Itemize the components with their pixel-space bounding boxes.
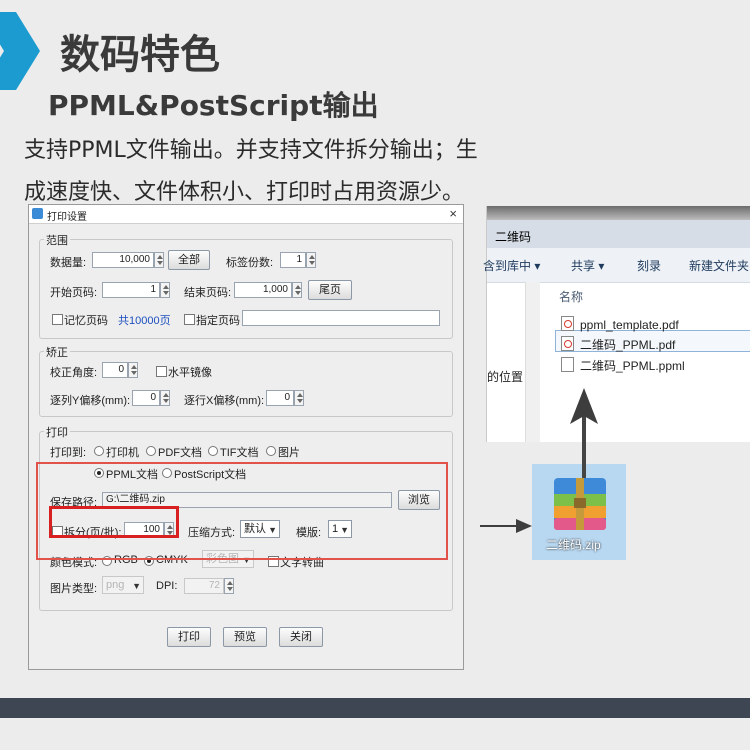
slide-subtitle: PPML&PostScript输出 — [48, 89, 379, 122]
remember-page-checkbox[interactable] — [52, 314, 63, 325]
x-offset-label: 逐行X偏移(mm): — [184, 395, 265, 407]
mirror-label: 水平镜像 — [168, 367, 212, 379]
angle-label: 校正角度: — [50, 367, 98, 379]
connector-arrows — [480, 388, 598, 533]
correction-group: 矫正 校正角度: 0 水平镜像 逐列Y偏移(mm): 0 逐行X偏移(mm): … — [39, 344, 453, 417]
file-name: ppml_template.pdf — [580, 318, 679, 332]
remember-page-label: 记忆页码 — [64, 315, 108, 327]
pdf-icon — [561, 336, 574, 351]
explorer-folder-title: 二维码 — [495, 230, 532, 244]
target-pdf-radio[interactable] — [146, 446, 156, 456]
y-offset-spinner[interactable] — [160, 390, 170, 406]
target-tif-label: TIF文档 — [220, 447, 259, 459]
correction-group-label: 矫正 — [44, 344, 70, 360]
slide-title: 数码特色 — [60, 32, 220, 78]
dialog-title: 打印设置 — [47, 212, 87, 223]
dpi-spinner — [224, 578, 234, 594]
explorer-address-bar: 二维码 — [487, 220, 750, 248]
label-copies-input[interactable]: 1 — [280, 252, 306, 268]
last-page-button[interactable]: 尾页 — [308, 280, 352, 300]
x-offset-spinner[interactable] — [294, 390, 304, 406]
angle-spinner[interactable] — [128, 362, 138, 378]
end-page-spinner[interactable] — [292, 282, 302, 298]
print-button[interactable]: 打印 — [167, 627, 211, 647]
start-page-label: 开始页码: — [50, 287, 98, 299]
start-page-spinner[interactable] — [160, 282, 170, 298]
dpi-label: DPI: — [156, 580, 178, 592]
range-group-label: 范围 — [44, 232, 70, 248]
explorer-toolbar: 含到库中 ▾ 共享 ▾ 刻录 新建文件夹 — [483, 248, 750, 283]
toolbar-include-library[interactable]: 含到库中 ▾ — [483, 257, 540, 274]
data-count-input[interactable]: 10,000 — [92, 252, 154, 268]
explorer-top-bar — [487, 206, 750, 220]
preview-button[interactable]: 预览 — [223, 627, 267, 647]
close-button[interactable]: 关闭 — [279, 627, 323, 647]
image-type-select: png — [102, 576, 144, 594]
file-name: 二维码_PPML.ppml — [580, 359, 685, 373]
dpi-input: 72 — [184, 578, 224, 594]
y-offset-label: 逐列Y偏移(mm): — [50, 395, 131, 407]
description-line-2: 成速度快、文件体积小、打印时占用资源少。 — [24, 180, 465, 205]
data-count-spinner[interactable] — [154, 252, 164, 268]
column-header-name[interactable]: 名称 — [559, 288, 583, 305]
mirror-checkbox[interactable] — [156, 366, 167, 377]
print-group-label: 打印 — [44, 424, 70, 440]
file-item-qr-ppml[interactable]: 二维码_PPML.ppml — [561, 357, 685, 374]
split-highlight-box — [49, 506, 179, 538]
file-icon — [561, 357, 574, 372]
data-count-label: 数据量: — [50, 257, 87, 269]
print-to-label: 打印到: — [50, 447, 87, 459]
toolbar-new-folder[interactable]: 新建文件夹 — [689, 257, 749, 274]
all-button[interactable]: 全部 — [168, 250, 210, 270]
total-pages-text: 共10000页 — [118, 315, 171, 327]
label-copies-spinner[interactable] — [306, 252, 316, 268]
end-page-input[interactable]: 1,000 — [234, 282, 292, 298]
dialog-titlebar: 打印设置 × — [29, 205, 463, 224]
target-image-radio[interactable] — [266, 446, 276, 456]
range-group: 范围 数据量: 10,000 全部 标签份数: 1 开始页码: 1 结束页码: … — [39, 232, 453, 339]
print-settings-dialog: 打印设置 × 范围 数据量: 10,000 全部 标签份数: 1 开始页码: 1… — [28, 204, 464, 670]
target-printer-label: 打印机 — [106, 447, 139, 459]
angle-input[interactable]: 0 — [102, 362, 128, 378]
pdf-icon — [561, 316, 574, 331]
file-item-qr-pdf[interactable]: 二维码_PPML.pdf — [561, 336, 675, 353]
toolbar-burn[interactable]: 刻录 — [637, 257, 661, 274]
target-tif-radio[interactable] — [208, 446, 218, 456]
image-type-label: 图片类型: — [50, 583, 98, 595]
description-line-1: 支持PPML文件输出。并支持文件拆分输出；生 — [24, 138, 478, 163]
end-page-label: 结束页码: — [184, 287, 232, 299]
specify-page-checkbox[interactable] — [184, 314, 195, 325]
toolbar-share[interactable]: 共享 ▾ — [571, 257, 604, 274]
specify-page-label: 指定页码 — [196, 315, 240, 327]
target-pdf-label: PDF文档 — [158, 447, 202, 459]
label-copies-label: 标签份数: — [226, 257, 274, 269]
file-name: 二维码_PPML.pdf — [580, 338, 676, 352]
accent-arrow-icon — [0, 12, 40, 90]
specify-page-input[interactable] — [242, 310, 440, 326]
right-arrow-icon — [480, 519, 532, 533]
close-icon[interactable]: × — [449, 206, 457, 221]
footer-bar — [0, 698, 750, 718]
target-image-label: 图片 — [278, 447, 300, 459]
x-offset-input[interactable]: 0 — [266, 390, 294, 406]
target-printer-radio[interactable] — [94, 446, 104, 456]
app-icon — [32, 208, 43, 219]
start-page-input[interactable]: 1 — [102, 282, 160, 298]
file-item-ppml-template[interactable]: ppml_template.pdf — [561, 316, 679, 332]
y-offset-input[interactable]: 0 — [132, 390, 160, 406]
